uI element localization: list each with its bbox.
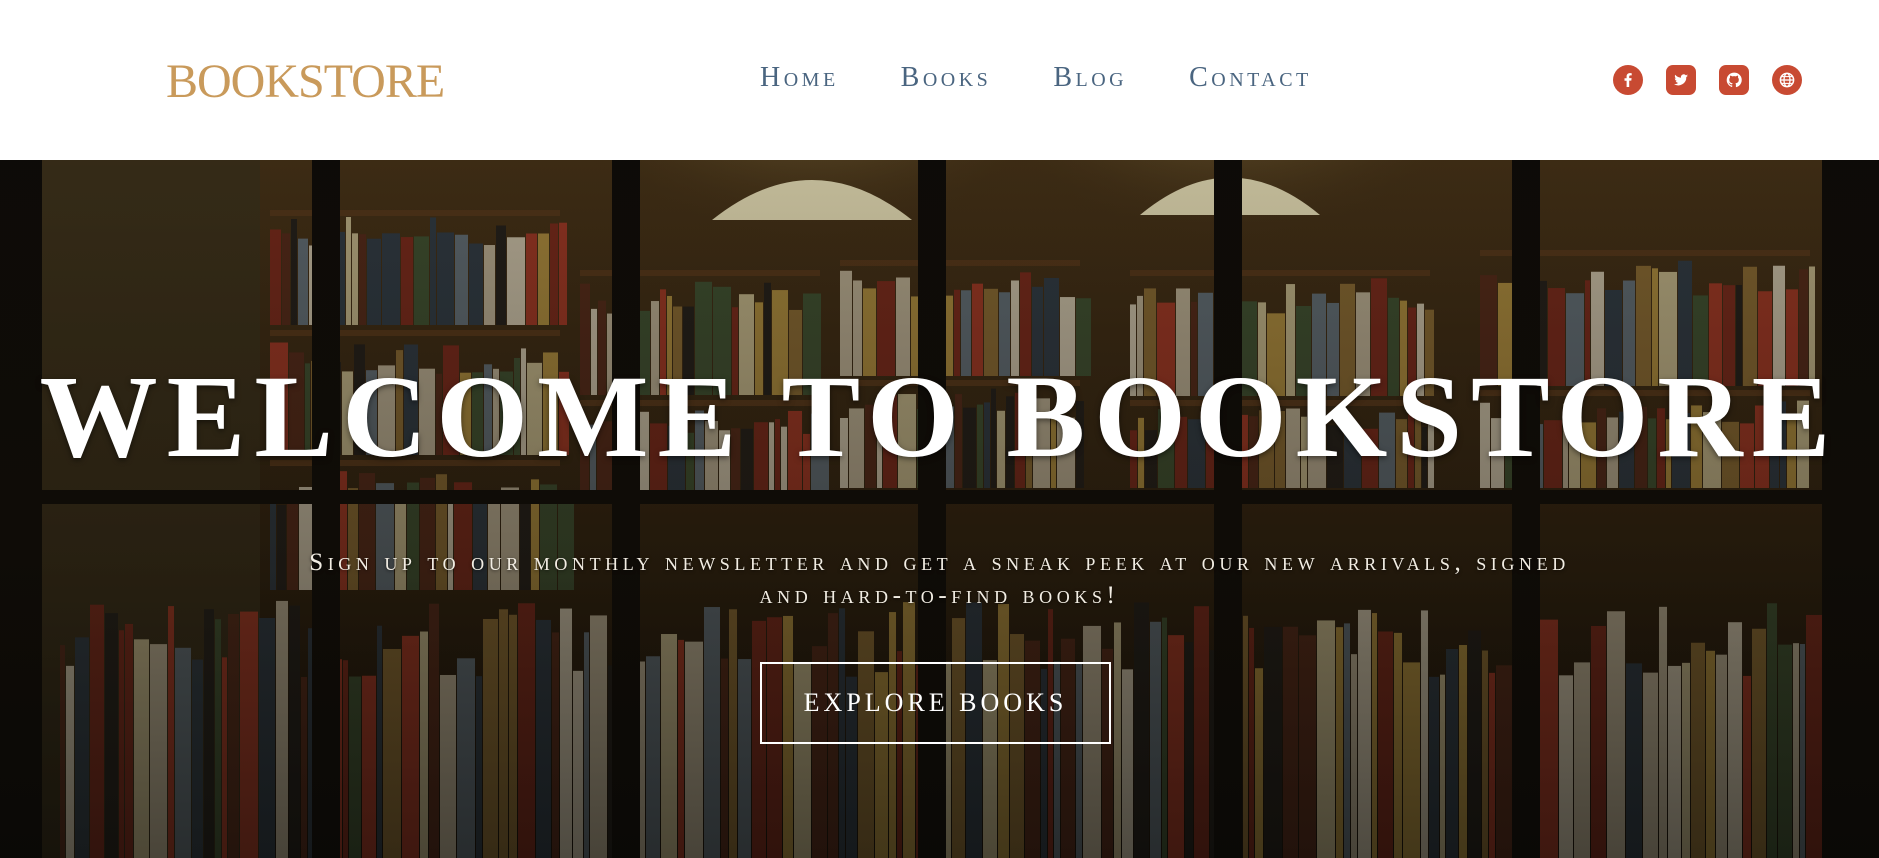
- nav-contact[interactable]: Contact: [1189, 62, 1312, 94]
- globe-icon[interactable]: [1772, 65, 1802, 95]
- social-links: [1613, 65, 1802, 95]
- nav-blog[interactable]: Blog: [1053, 62, 1127, 94]
- twitter-icon[interactable]: [1666, 65, 1696, 95]
- nav-books[interactable]: Books: [901, 62, 992, 94]
- logo[interactable]: BOOKSTORE: [166, 54, 445, 109]
- main-nav: Home Books Blog Contact: [760, 62, 1312, 94]
- hero-title: WELCOME TO BOOKSTORE: [39, 351, 1840, 482]
- explore-books-button[interactable]: EXPLORE BOOKS: [760, 662, 1111, 744]
- hero-overlay: [0, 160, 1879, 858]
- hero-section: WELCOME TO BOOKSTORE Sign up to our mont…: [0, 160, 1879, 858]
- hero-subtitle: Sign up to our monthly newsletter and ge…: [309, 549, 1570, 609]
- github-icon[interactable]: [1719, 65, 1749, 95]
- facebook-icon[interactable]: [1613, 65, 1643, 95]
- site-header: BOOKSTORE Home Books Blog Contact: [0, 0, 1879, 160]
- nav-home[interactable]: Home: [760, 62, 839, 94]
